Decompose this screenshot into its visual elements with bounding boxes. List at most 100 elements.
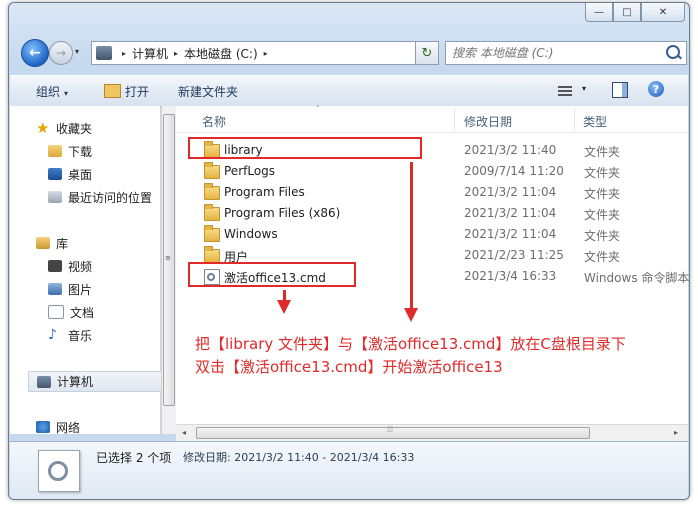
breadcrumb-separator[interactable]: ▸: [174, 49, 178, 58]
folder-icon: [204, 225, 220, 242]
table-row[interactable]: Windows 2021/3/2 11:04 文件夹: [188, 224, 688, 245]
column-header-type[interactable]: 类型: [583, 113, 607, 130]
navigation-pane: ★ 收藏夹 下载 桌面 最近访问的位置 库 视频 图片 文档 ♪ 音乐 计算机 网络: [10, 106, 174, 435]
minimize-button[interactable]: —: [585, 3, 613, 22]
details-pane: 已选择 2 个项 修改日期: 2021/3/2 11:40 - 2021/3/4…: [10, 441, 688, 499]
documents-icon: [48, 305, 64, 319]
sidebar-item-label: 桌面: [68, 167, 93, 182]
sidebar-item-label: 库: [56, 236, 69, 251]
column-divider[interactable]: [574, 108, 575, 130]
computer-icon: [96, 46, 112, 60]
help-icon[interactable]: ?: [648, 81, 664, 97]
network-icon: [36, 421, 50, 433]
history-dropdown[interactable]: ▾: [75, 47, 79, 56]
sidebar-item-label: 网络: [56, 420, 81, 435]
sidebar-item-label: 收藏夹: [56, 121, 93, 136]
sidebar-item-label: 下载: [68, 144, 93, 159]
file-name: Program Files: [224, 185, 305, 199]
organize-button[interactable]: 组织 ▾: [36, 83, 68, 100]
file-name: Windows: [224, 227, 278, 241]
maximize-button[interactable]: □: [613, 3, 641, 22]
open-folder-icon: [104, 84, 121, 98]
music-note-icon: ♪: [48, 327, 57, 343]
column-header-name[interactable]: 名称: [202, 113, 226, 130]
sidebar-item-label: 音乐: [68, 328, 93, 343]
table-row[interactable]: PerfLogs 2009/7/14 11:20 文件夹: [188, 161, 688, 182]
file-type: 文件夹: [584, 229, 621, 243]
back-button[interactable]: ←: [21, 39, 49, 67]
breadcrumb-computer[interactable]: 计算机: [132, 45, 168, 62]
downloads-folder-icon: [48, 145, 62, 157]
file-type: 文件夹: [584, 145, 621, 159]
folder-icon: [204, 162, 220, 179]
refresh-icon: ↻: [421, 45, 433, 61]
table-row[interactable]: Program Files 2021/3/2 11:04 文件夹: [188, 182, 688, 203]
sidebar-item-label: 视频: [68, 259, 93, 274]
new-folder-button[interactable]: 新建文件夹: [178, 83, 238, 100]
navigation-bar: ← → ▾ ▸ 计算机 ▸ 本地磁盘 (C:) ▸ ▾ ↻: [17, 37, 687, 69]
scrollbar-grip-icon: ≡: [165, 254, 171, 262]
close-button[interactable]: ✕: [641, 3, 685, 22]
forward-button[interactable]: →: [49, 41, 73, 65]
sidebar-item-label: 计算机: [57, 375, 94, 389]
forward-arrow-icon: →: [55, 46, 67, 60]
recent-places-icon: [48, 191, 62, 203]
file-type: 文件夹: [584, 208, 621, 222]
caption-buttons: — □ ✕: [585, 3, 685, 22]
file-date: 2021/2/23 11:25: [464, 248, 564, 262]
multiple-files-icon: [38, 450, 80, 492]
search-icon[interactable]: [666, 45, 680, 59]
file-type: 文件夹: [584, 187, 621, 201]
selection-date-range: 修改日期: 2021/3/2 11:40 - 2021/3/4 16:33: [183, 451, 415, 464]
open-label: 打开: [125, 85, 150, 99]
view-options-dropdown[interactable]: ▾: [582, 84, 586, 93]
open-button[interactable]: 打开: [104, 83, 149, 100]
file-name: Program Files (x86): [224, 206, 341, 220]
table-row[interactable]: Program Files (x86) 2021/3/2 11:04 文件夹: [188, 203, 688, 224]
breadcrumb-separator[interactable]: ▸: [122, 49, 126, 58]
star-icon: ★: [36, 119, 50, 137]
navigation-pane-scrollbar[interactable]: ≡: [161, 106, 177, 434]
computer-icon: [37, 375, 51, 388]
file-date: 2021/3/4 16:33: [464, 269, 557, 283]
address-bar[interactable]: ▸ 计算机 ▸ 本地磁盘 (C:) ▸ ▾: [91, 41, 433, 65]
arrow-down-icon: [404, 308, 418, 322]
highlight-box-library: [188, 137, 422, 159]
preview-pane-icon[interactable]: [612, 82, 628, 98]
highlight-box-cmd: [188, 262, 356, 287]
arrow-shaft: [410, 162, 413, 310]
back-arrow-icon: ←: [29, 45, 41, 61]
folder-icon: [204, 246, 220, 263]
file-date: 2021/3/2 11:04: [464, 206, 557, 220]
search-input[interactable]: [450, 44, 664, 62]
column-divider[interactable]: [454, 108, 455, 130]
file-type: 文件夹: [584, 166, 621, 180]
change-view-icon[interactable]: [558, 86, 572, 96]
scrollbar-thumb[interactable]: ⦙⦙⦙: [196, 425, 590, 439]
breadcrumb-separator[interactable]: ▸: [264, 49, 268, 58]
file-type: Windows 命令脚本: [584, 271, 690, 285]
sidebar-item-label: 文档: [70, 305, 95, 320]
desktop-icon: [48, 168, 62, 180]
horizontal-scrollbar[interactable]: ◂ ⦙⦙⦙ ▸: [176, 424, 688, 441]
chevron-down-icon: ▾: [64, 89, 69, 98]
folder-icon: [204, 204, 220, 221]
refresh-button[interactable]: ↻: [415, 41, 439, 65]
video-icon: [48, 260, 62, 272]
scroll-left-icon[interactable]: ◂: [182, 428, 186, 437]
sidebar-item-computer[interactable]: 计算机: [28, 371, 174, 392]
selection-count: 已选择 2 个项: [96, 451, 172, 465]
arrow-down-icon: [277, 300, 291, 314]
library-icon: [36, 237, 50, 249]
scroll-right-icon[interactable]: ▸: [674, 428, 678, 437]
breadcrumb-local-disk[interactable]: 本地磁盘 (C:): [184, 45, 258, 62]
file-date: 2021/3/2 11:40: [464, 143, 557, 157]
organize-label: 组织: [36, 85, 61, 99]
column-header-date[interactable]: 修改日期: [464, 113, 512, 130]
column-header-row: 名称 ˄ 修改日期 类型: [176, 105, 688, 133]
scrollbar-grip-icon: ⦙⦙⦙: [387, 425, 394, 435]
search-box[interactable]: [445, 41, 687, 65]
explorer-window: — □ ✕ ← → ▾ ▸ 计算机 ▸ 本地磁盘 (C:) ▸ ▾ ↻ 组织▾ …: [8, 2, 690, 500]
pictures-icon: [48, 283, 62, 295]
annotation-line-2: 双击【激活office13.cmd】开始激活office13: [195, 358, 503, 376]
